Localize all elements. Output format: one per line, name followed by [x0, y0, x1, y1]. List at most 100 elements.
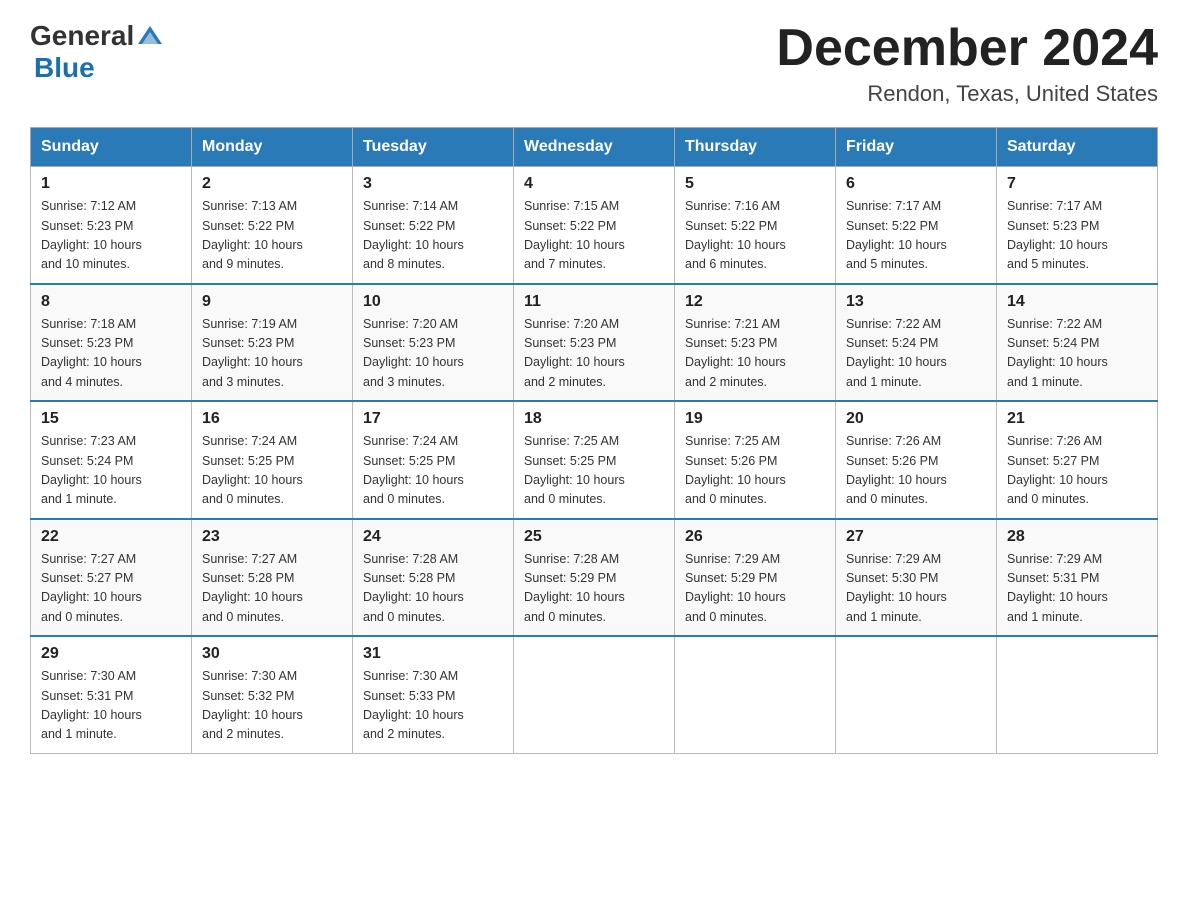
calendar-cell: 9Sunrise: 7:19 AMSunset: 5:23 PMDaylight… — [192, 284, 353, 402]
day-info: Sunrise: 7:24 AMSunset: 5:25 PMDaylight:… — [363, 432, 503, 510]
day-info: Sunrise: 7:18 AMSunset: 5:23 PMDaylight:… — [41, 315, 181, 393]
day-info: Sunrise: 7:30 AMSunset: 5:32 PMDaylight:… — [202, 667, 342, 745]
day-info: Sunrise: 7:21 AMSunset: 5:23 PMDaylight:… — [685, 315, 825, 393]
day-info: Sunrise: 7:25 AMSunset: 5:25 PMDaylight:… — [524, 432, 664, 510]
calendar-cell: 29 Sunrise: 7:30 AMSunset: 5:31 PMDayligh… — [31, 636, 192, 753]
day-number: 29 — [41, 645, 181, 663]
logo-triangle-icon — [136, 22, 164, 50]
day-info: Sunrise: 7:13 AMSunset: 5:22 PMDaylight:… — [202, 197, 342, 275]
day-info: Sunrise: 7:14 AMSunset: 5:22 PMDaylight:… — [363, 197, 503, 275]
day-info: Sunrise: 7:29 AMSunset: 5:30 PMDaylight:… — [846, 550, 986, 628]
calendar-cell: 22 Sunrise: 7:27 AMSunset: 5:27 PMDayligh… — [31, 519, 192, 637]
day-number: 13 — [846, 293, 986, 311]
weekday-header-sunday: Sunday — [31, 128, 192, 167]
calendar-cell: 2Sunrise: 7:13 AMSunset: 5:22 PMDaylight… — [192, 167, 353, 284]
calendar-cell — [675, 636, 836, 753]
calendar-cell: 23Sunrise: 7:27 AMSunset: 5:28 PMDayligh… — [192, 519, 353, 637]
day-number: 3 — [363, 175, 503, 193]
day-number: 10 — [363, 293, 503, 311]
day-number: 1 — [41, 175, 181, 193]
day-number: 16 — [202, 410, 342, 428]
day-info: Sunrise: 7:24 AMSunset: 5:25 PMDaylight:… — [202, 432, 342, 510]
calendar-cell: 30 Sunrise: 7:30 AMSunset: 5:32 PMDayligh… — [192, 636, 353, 753]
title-section: December 2024 Rendon, Texas, United Stat… — [776, 20, 1158, 107]
day-number: 8 — [41, 293, 181, 311]
day-info: Sunrise: 7:29 AMSunset: 5:29 PMDaylight:… — [685, 550, 825, 628]
calendar-cell: 20Sunrise: 7:26 AMSunset: 5:26 PMDayligh… — [836, 401, 997, 519]
calendar-cell: 15Sunrise: 7:23 AMSunset: 5:24 PMDayligh… — [31, 401, 192, 519]
weekday-header-tuesday: Tuesday — [353, 128, 514, 167]
calendar-cell: 10 Sunrise: 7:20 AMSunset: 5:23 PMDayligh… — [353, 284, 514, 402]
page-header: General Blue December 2024 Rendon, Texas… — [30, 20, 1158, 107]
day-info: Sunrise: 7:28 AMSunset: 5:28 PMDaylight:… — [363, 550, 503, 628]
day-number: 7 — [1007, 175, 1147, 193]
location-title: Rendon, Texas, United States — [776, 81, 1158, 107]
weekday-header-thursday: Thursday — [675, 128, 836, 167]
day-number: 12 — [685, 293, 825, 311]
day-number: 28 — [1007, 528, 1147, 546]
calendar-cell: 6Sunrise: 7:17 AMSunset: 5:22 PMDaylight… — [836, 167, 997, 284]
calendar-cell: 8 Sunrise: 7:18 AMSunset: 5:23 PMDaylight… — [31, 284, 192, 402]
day-info: Sunrise: 7:27 AMSunset: 5:28 PMDaylight:… — [202, 550, 342, 628]
day-number: 22 — [41, 528, 181, 546]
day-info: Sunrise: 7:20 AMSunset: 5:23 PMDaylight:… — [363, 315, 503, 393]
day-info: Sunrise: 7:28 AMSunset: 5:29 PMDaylight:… — [524, 550, 664, 628]
day-info: Sunrise: 7:16 AMSunset: 5:22 PMDaylight:… — [685, 197, 825, 275]
day-info: Sunrise: 7:20 AMSunset: 5:23 PMDaylight:… — [524, 315, 664, 393]
day-number: 21 — [1007, 410, 1147, 428]
day-number: 19 — [685, 410, 825, 428]
day-number: 6 — [846, 175, 986, 193]
calendar-cell: 7 Sunrise: 7:17 AMSunset: 5:23 PMDaylight… — [997, 167, 1158, 284]
calendar-cell: 3 Sunrise: 7:14 AMSunset: 5:22 PMDaylight… — [353, 167, 514, 284]
calendar-cell: 17Sunrise: 7:24 AMSunset: 5:25 PMDayligh… — [353, 401, 514, 519]
day-number: 27 — [846, 528, 986, 546]
calendar-cell: 26 Sunrise: 7:29 AMSunset: 5:29 PMDayligh… — [675, 519, 836, 637]
day-number: 11 — [524, 293, 664, 311]
logo: General Blue — [30, 20, 164, 84]
day-info: Sunrise: 7:22 AMSunset: 5:24 PMDaylight:… — [1007, 315, 1147, 393]
weekday-header-wednesday: Wednesday — [514, 128, 675, 167]
day-info: Sunrise: 7:27 AMSunset: 5:27 PMDaylight:… — [41, 550, 181, 628]
calendar-cell: 16 Sunrise: 7:24 AMSunset: 5:25 PMDayligh… — [192, 401, 353, 519]
calendar-row: 22 Sunrise: 7:27 AMSunset: 5:27 PMDayligh… — [31, 519, 1158, 637]
day-number: 15 — [41, 410, 181, 428]
calendar-cell: 4Sunrise: 7:15 AMSunset: 5:22 PMDaylight… — [514, 167, 675, 284]
calendar-cell: 12 Sunrise: 7:21 AMSunset: 5:23 PMDayligh… — [675, 284, 836, 402]
calendar-cell — [514, 636, 675, 753]
day-info: Sunrise: 7:19 AMSunset: 5:23 PMDaylight:… — [202, 315, 342, 393]
day-number: 25 — [524, 528, 664, 546]
day-info: Sunrise: 7:25 AMSunset: 5:26 PMDaylight:… — [685, 432, 825, 510]
calendar-cell: 1 Sunrise: 7:12 AMSunset: 5:23 PMDaylight… — [31, 167, 192, 284]
day-info: Sunrise: 7:17 AMSunset: 5:23 PMDaylight:… — [1007, 197, 1147, 275]
calendar-row: 1 Sunrise: 7:12 AMSunset: 5:23 PMDaylight… — [31, 167, 1158, 284]
calendar-header-row: SundayMondayTuesdayWednesdayThursdayFrid… — [31, 128, 1158, 167]
calendar-row: 15Sunrise: 7:23 AMSunset: 5:24 PMDayligh… — [31, 401, 1158, 519]
day-info: Sunrise: 7:30 AMSunset: 5:33 PMDaylight:… — [363, 667, 503, 745]
weekday-header-monday: Monday — [192, 128, 353, 167]
day-number: 24 — [363, 528, 503, 546]
calendar-cell: 24 Sunrise: 7:28 AMSunset: 5:28 PMDayligh… — [353, 519, 514, 637]
day-info: Sunrise: 7:30 AMSunset: 5:31 PMDaylight:… — [41, 667, 181, 745]
day-info: Sunrise: 7:29 AMSunset: 5:31 PMDaylight:… — [1007, 550, 1147, 628]
calendar-table: SundayMondayTuesdayWednesdayThursdayFrid… — [30, 127, 1158, 754]
calendar-cell: 21 Sunrise: 7:26 AMSunset: 5:27 PMDayligh… — [997, 401, 1158, 519]
day-info: Sunrise: 7:26 AMSunset: 5:26 PMDaylight:… — [846, 432, 986, 510]
calendar-cell — [997, 636, 1158, 753]
day-number: 30 — [202, 645, 342, 663]
month-title: December 2024 — [776, 20, 1158, 77]
day-number: 18 — [524, 410, 664, 428]
logo-blue-text: Blue — [34, 52, 95, 83]
calendar-cell: 18 Sunrise: 7:25 AMSunset: 5:25 PMDayligh… — [514, 401, 675, 519]
day-info: Sunrise: 7:26 AMSunset: 5:27 PMDaylight:… — [1007, 432, 1147, 510]
calendar-row: 29 Sunrise: 7:30 AMSunset: 5:31 PMDayligh… — [31, 636, 1158, 753]
day-info: Sunrise: 7:12 AMSunset: 5:23 PMDaylight:… — [41, 197, 181, 275]
day-number: 26 — [685, 528, 825, 546]
day-number: 31 — [363, 645, 503, 663]
calendar-cell: 19 Sunrise: 7:25 AMSunset: 5:26 PMDayligh… — [675, 401, 836, 519]
calendar-cell: 25 Sunrise: 7:28 AMSunset: 5:29 PMDayligh… — [514, 519, 675, 637]
weekday-header-friday: Friday — [836, 128, 997, 167]
calendar-cell — [836, 636, 997, 753]
day-number: 4 — [524, 175, 664, 193]
calendar-cell: 14Sunrise: 7:22 AMSunset: 5:24 PMDayligh… — [997, 284, 1158, 402]
calendar-row: 8 Sunrise: 7:18 AMSunset: 5:23 PMDaylight… — [31, 284, 1158, 402]
